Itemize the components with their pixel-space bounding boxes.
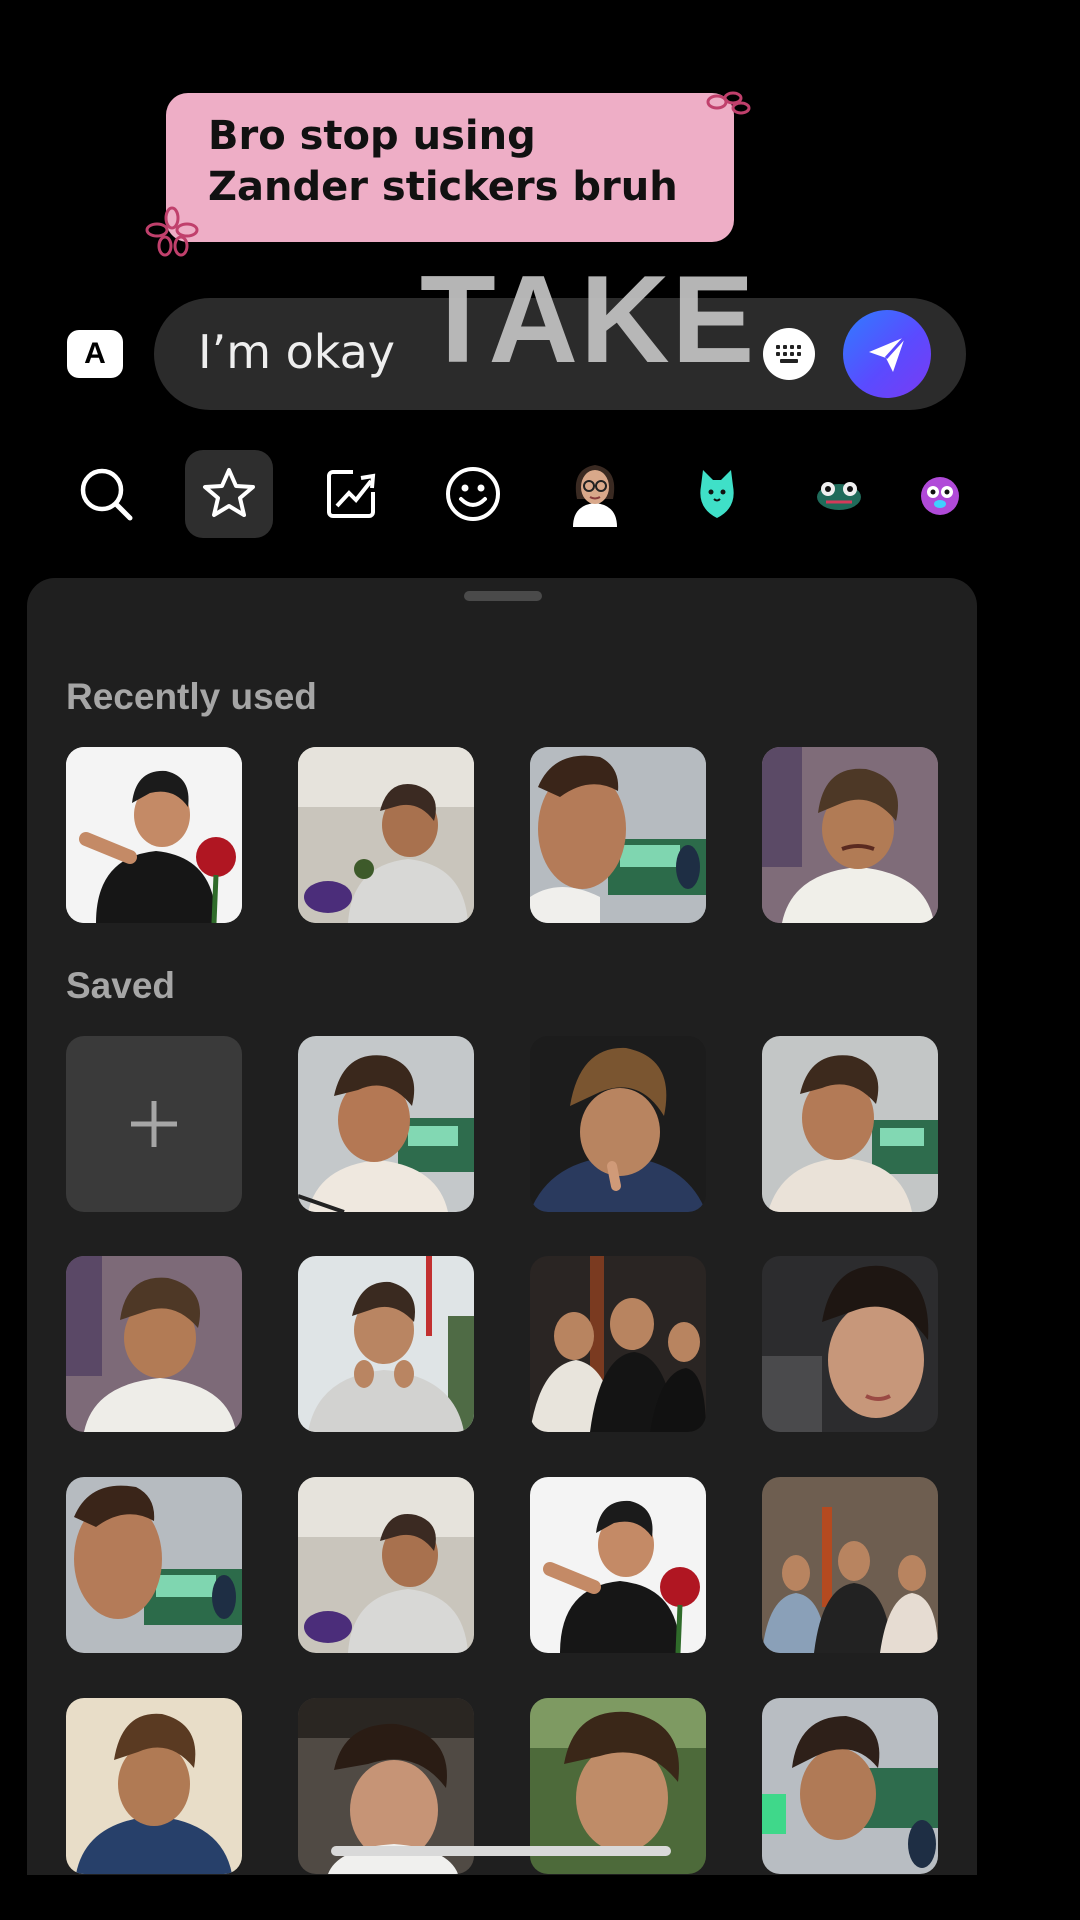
flower-doodle-icon [145, 206, 199, 258]
home-indicator[interactable] [331, 1846, 671, 1856]
sticker-person-smirk [66, 1698, 242, 1874]
sticker-person-profile [762, 1698, 938, 1874]
sticker-tile[interactable] [66, 747, 242, 923]
frog-sticker-icon [817, 482, 861, 510]
sticker-tile[interactable] [762, 1036, 938, 1212]
sticker-person-squint [66, 1256, 242, 1432]
text-mode-label: A [84, 337, 106, 370]
category-purple-creature[interactable] [917, 450, 977, 538]
sticker-tile[interactable] [66, 1477, 242, 1653]
text-sticker[interactable]: Bro stop using Zander stickers bruh [166, 93, 734, 242]
category-emoji[interactable] [429, 450, 517, 538]
sticker-tile[interactable] [762, 1256, 938, 1432]
star-icon [203, 468, 255, 517]
sticker-tile[interactable] [66, 1256, 242, 1432]
sticker-tile[interactable] [530, 747, 706, 923]
sticker-tile[interactable] [298, 1036, 474, 1212]
sticker-tile[interactable] [298, 747, 474, 923]
saved-heading: Saved [66, 965, 176, 1006]
sticker-tile[interactable] [762, 1477, 938, 1653]
sticker-tile[interactable] [298, 1256, 474, 1432]
sticker-person-hoodie [298, 747, 474, 923]
sticker-group [530, 1256, 706, 1432]
sticker-person-outdoor [298, 1256, 474, 1432]
add-sticker-button[interactable] [66, 1036, 242, 1212]
sticker-tile[interactable] [66, 1698, 242, 1874]
cyan-cat-sticker-icon [700, 470, 734, 518]
sticker-person-closeup-2 [66, 1477, 242, 1653]
sticker-person-dark [530, 1036, 706, 1212]
sticker-person-car [762, 1256, 938, 1432]
send-arrow-icon [869, 335, 907, 372]
plus-icon [131, 1101, 177, 1147]
right-edge [977, 0, 1080, 1920]
sticker-person-closeup [530, 747, 706, 923]
sticker-person-rose-2 [530, 1477, 706, 1653]
send-button[interactable] [843, 310, 931, 398]
avatar-sticker-icon [573, 465, 617, 527]
trending-icon [327, 470, 376, 518]
panel-grabber[interactable] [464, 591, 542, 601]
keyboard-toggle-button[interactable] [763, 328, 815, 380]
sticker-composer-screen: Bro stop using Zander stickers bruh A I’… [27, 0, 977, 1875]
category-avatar[interactable] [551, 450, 639, 538]
text-sticker-label: Bro stop using Zander stickers bruh [208, 113, 678, 210]
sticker-tile[interactable] [530, 1256, 706, 1432]
sticker-group-2 [762, 1477, 938, 1653]
sticker-tile[interactable] [762, 747, 938, 923]
bottom-edge [0, 1875, 1080, 1920]
sticker-tile[interactable] [762, 1698, 938, 1874]
category-search[interactable] [62, 450, 150, 538]
category-trending[interactable] [307, 450, 395, 538]
sticker-panel: Recently used Saved [27, 578, 977, 1875]
smiley-icon [446, 467, 500, 521]
search-icon [80, 468, 133, 521]
flower-doodle-icon [699, 88, 755, 120]
sticker-tile[interactable] [530, 1477, 706, 1653]
category-cyan-cat[interactable] [673, 450, 761, 538]
category-favorites[interactable] [185, 450, 273, 538]
sticker-tile[interactable] [530, 1036, 706, 1212]
left-edge [0, 0, 27, 1920]
recently-used-heading: Recently used [66, 676, 317, 717]
keyboard-icon [776, 345, 801, 363]
sticker-person-pout [298, 1036, 474, 1212]
sticker-person-grimace [762, 747, 938, 923]
purple-creature-sticker-icon [921, 477, 959, 515]
sticker-person-rose [66, 747, 242, 923]
sticker-tile[interactable] [298, 1477, 474, 1653]
category-frog[interactable] [795, 450, 883, 538]
sticker-person-hoodie-2 [298, 1477, 474, 1653]
message-input-value: I’m okay [198, 325, 396, 379]
take-text-overlay: TAKE [420, 251, 757, 389]
text-mode-button[interactable]: A [67, 330, 123, 378]
sticker-person-eyes-closed [762, 1036, 938, 1212]
